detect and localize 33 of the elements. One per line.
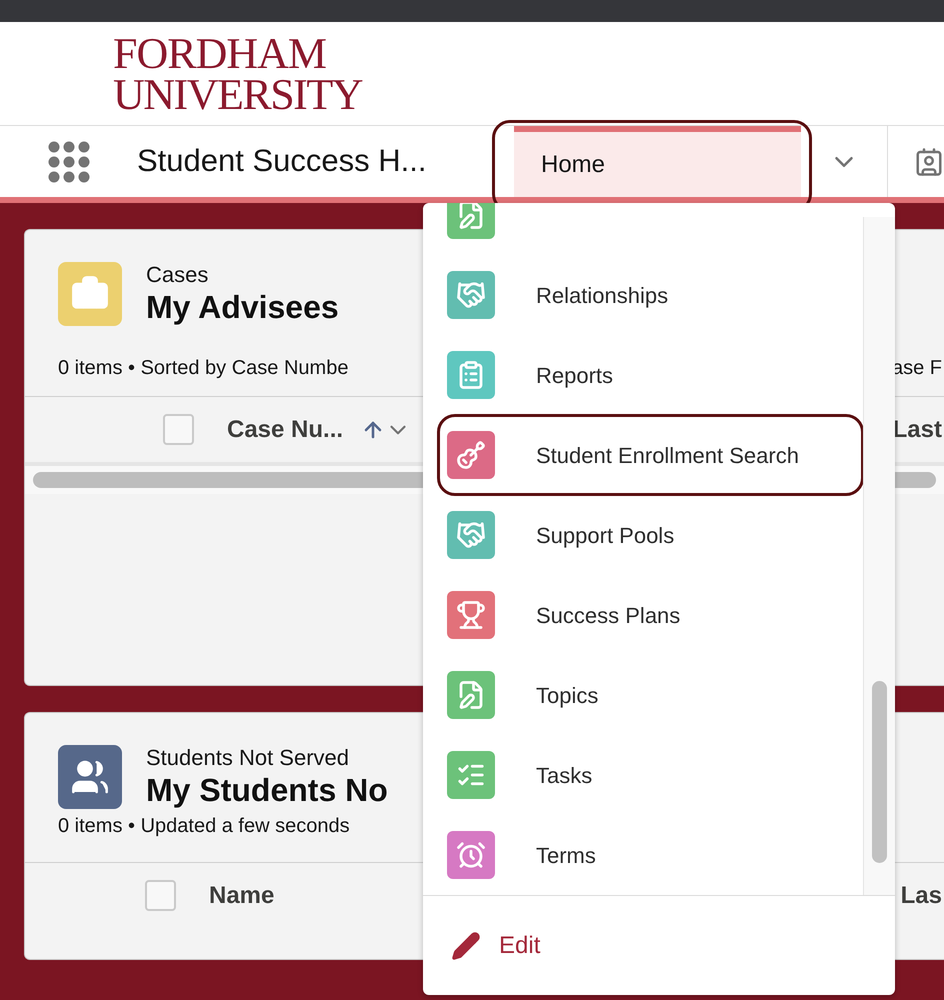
column-header[interactable]: Las <box>900 878 942 914</box>
logo-wordmark[interactable]: FORDHAM <box>113 34 944 74</box>
object-label: Cases <box>146 262 210 288</box>
list-meta: 0 items • Updated a few seconds <box>58 814 351 839</box>
menu-item[interactable]: Success Plans <box>536 598 680 632</box>
menu-item[interactable]: Terms <box>536 838 596 872</box>
nav-tab[interactable]: Home <box>514 126 801 197</box>
menu-item[interactable]: Relationships <box>536 278 668 312</box>
handshake-icon <box>456 520 486 550</box>
vertical-scrollbar[interactable] <box>872 681 887 863</box>
contact-card-icon[interactable] <box>914 146 944 176</box>
alarm-icon <box>456 840 486 870</box>
list-title[interactable]: My Advisees <box>146 288 339 326</box>
select-all-checkbox[interactable] <box>163 414 194 445</box>
handshake-icon <box>456 280 486 310</box>
menu-item[interactable]: Tasks <box>536 758 592 792</box>
pencil-icon <box>451 930 481 960</box>
menu-item[interactable]: Support Pools <box>536 518 674 552</box>
column-header[interactable]: Name <box>209 878 274 914</box>
object-label: Students Not Served <box>146 745 350 771</box>
column-header[interactable]: Case Nu... <box>227 412 344 448</box>
trophy-icon <box>456 600 486 630</box>
menu-item[interactable]: Reports <box>536 358 614 392</box>
app-launcher-icon[interactable] <box>48 140 90 182</box>
app-name: Student Success H... <box>137 142 428 180</box>
menu-item[interactable]: Topics <box>536 678 598 712</box>
menu-item[interactable]: Student Enrollment Search <box>536 438 799 472</box>
select-all-checkbox[interactable] <box>145 880 176 911</box>
edit-link[interactable]: Edit <box>499 928 540 964</box>
list-title[interactable]: My Students No <box>146 771 388 809</box>
list-meta: 0 items • Sorted by Case Numbe <box>58 356 350 381</box>
logo-wordmark[interactable]: UNIVERSITY <box>113 74 944 116</box>
guitar-icon <box>456 440 486 470</box>
